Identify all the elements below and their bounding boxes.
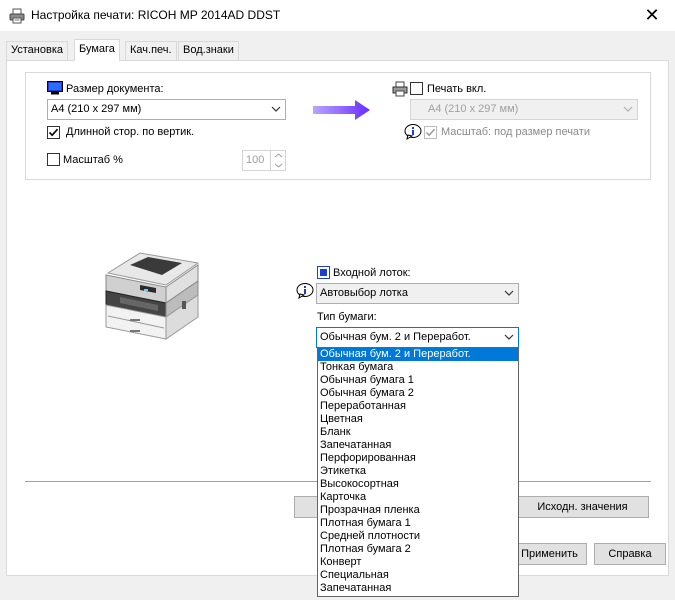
input-tray-label: Входной лоток:	[333, 267, 411, 279]
print-on-label: Печать вкл.	[427, 83, 487, 95]
fit-to-print-checkbox[interactable]	[424, 126, 437, 139]
tab-print-quality[interactable]: Кач.печ.	[125, 41, 177, 60]
checkmark-icon	[425, 128, 436, 137]
paper-type-option[interactable]: Обычная бумага 2	[318, 387, 518, 400]
chevron-down-icon	[504, 334, 514, 340]
paper-type-label: Тип бумаги:	[317, 311, 377, 323]
multifunction-printer-image	[105, 252, 200, 340]
paper-type-option[interactable]: Тонкая бумага	[318, 361, 518, 374]
chevron-down-icon	[271, 106, 281, 112]
checkmark-icon	[48, 128, 59, 137]
paper-type-option[interactable]: Обычная бумага 1	[318, 374, 518, 387]
print-size-select[interactable]: A4 (210 x 297 мм)	[410, 99, 638, 120]
document-size-select[interactable]: A4 (210 x 297 мм)	[47, 99, 286, 120]
paper-type-option[interactable]: Перфорированная	[318, 452, 518, 465]
arrow-right-icon	[313, 100, 370, 120]
paper-type-dropdown-list[interactable]: Обычная бум. 2 и Переработ. Тонкая бумага…	[317, 347, 519, 597]
document-size-label: Размер документа:	[66, 83, 164, 95]
tab-paper[interactable]: Бумага	[74, 39, 120, 61]
info-icon	[296, 283, 314, 299]
tray-icon	[317, 266, 330, 279]
paper-type-option[interactable]: Высокосортная	[318, 478, 518, 491]
scale-label: Масштаб %	[63, 154, 123, 166]
paper-type-option[interactable]: Карточка	[318, 491, 518, 504]
apply-button[interactable]: Применить	[512, 543, 587, 565]
spinner-up-icon[interactable]	[271, 151, 286, 160]
paper-type-option[interactable]: Цветная	[318, 413, 518, 426]
tab-setup[interactable]: Установка	[6, 41, 68, 60]
paper-type-option[interactable]: Средней плотности	[318, 530, 518, 543]
help-button[interactable]: Справка	[594, 543, 666, 565]
fit-to-print-label: Масштаб: под размер печати	[441, 126, 590, 138]
chevron-down-icon	[504, 290, 514, 296]
long-edge-checkbox[interactable]	[47, 126, 60, 139]
input-tray-select[interactable]: Автовыбор лотка	[316, 283, 519, 304]
paper-type-option[interactable]: Бланк	[318, 426, 518, 439]
paper-type-option[interactable]: Конверт	[318, 556, 518, 569]
window-title: Настройка печати: RICOH MP 2014AD DDST	[31, 8, 281, 22]
printer-icon	[9, 8, 25, 24]
scale-spinner[interactable]: 100	[242, 150, 286, 171]
long-edge-label: Длинной стор. по вертик.	[66, 126, 195, 138]
chevron-down-icon	[623, 106, 633, 112]
paper-type-option[interactable]: Запечатанная	[318, 439, 518, 452]
close-icon: ✕	[644, 5, 660, 25]
restore-defaults-button[interactable]: Исходн. значения	[516, 496, 649, 518]
paper-type-option[interactable]: Переработанная	[318, 400, 518, 413]
close-button[interactable]: ✕	[629, 0, 675, 31]
info-icon	[404, 124, 422, 140]
title-bar: Настройка печати: RICOH MP 2014AD DDST ✕	[0, 0, 675, 31]
spinner-down-icon[interactable]	[271, 161, 286, 170]
paper-type-option[interactable]: Обычная бум. 2 и Переработ.	[318, 348, 518, 361]
paper-type-option[interactable]: Этикетка	[318, 465, 518, 478]
paper-type-option[interactable]: Плотная бумага 1	[318, 517, 518, 530]
paper-type-option[interactable]: Специальная	[318, 569, 518, 582]
paper-type-option[interactable]: Запечатанная	[318, 582, 518, 595]
paper-type-select[interactable]: Обычная бум. 2 и Переработ.	[316, 327, 519, 348]
scale-checkbox[interactable]	[47, 153, 60, 166]
tab-watermarks[interactable]: Вод.знаки	[178, 41, 239, 60]
paper-type-option[interactable]: Плотная бумага 2	[318, 543, 518, 556]
monitor-icon	[47, 81, 63, 95]
printer-small-icon	[392, 81, 408, 97]
paper-type-option[interactable]: Прозрачная пленка	[318, 504, 518, 517]
print-on-checkbox[interactable]	[410, 82, 423, 95]
